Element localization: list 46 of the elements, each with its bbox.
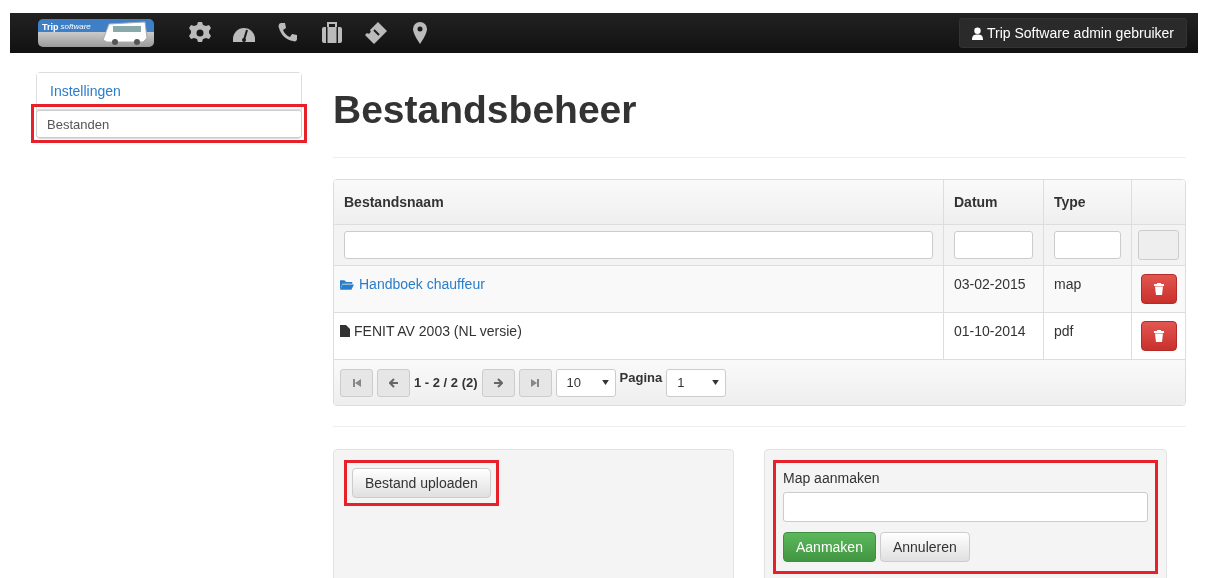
trash-icon — [1153, 283, 1164, 295]
user-menu-button[interactable]: Trip Software admin gebruiker — [959, 18, 1187, 48]
column-header[interactable]: Type — [1043, 180, 1131, 224]
last-page-button[interactable] — [518, 368, 552, 397]
field-label: Map aanmaken — [783, 470, 881, 486]
upload-button[interactable]: Bestand uploaden — [352, 468, 491, 498]
table-cell: map — [1043, 266, 1131, 312]
page-size-select[interactable]: 10 — [555, 368, 616, 397]
trash-icon — [1153, 330, 1164, 342]
folder-link[interactable]: Handboek chauffeur — [340, 276, 485, 292]
file-icon — [340, 325, 350, 337]
dropdown-caret-icon — [601, 380, 609, 385]
delete-button[interactable] — [1140, 274, 1177, 304]
page-select[interactable]: 1 — [666, 368, 727, 397]
last-page-icon — [530, 377, 541, 388]
settings-icon[interactable] — [188, 21, 212, 45]
first-page-button[interactable] — [340, 368, 373, 397]
cancel-button[interactable]: Annuleren — [879, 532, 970, 562]
arrow-right-icon — [493, 377, 504, 388]
logo[interactable]: Trip software — [38, 19, 154, 47]
user-icon — [972, 26, 983, 40]
table-cell: pdf — [1043, 313, 1131, 359]
filter-field[interactable] — [1054, 231, 1121, 259]
page-label: Pagina — [619, 370, 663, 385]
filter-field[interactable] — [954, 231, 1033, 259]
file-name: FENIT AV 2003 (NL versie) — [340, 323, 522, 339]
folder-icon — [340, 278, 354, 290]
arrow-left-icon — [388, 377, 399, 388]
page-title: Bestandsbeheer — [333, 87, 638, 133]
column-header[interactable]: Datum — [943, 180, 1043, 224]
dropdown-caret-icon — [712, 380, 720, 385]
next-page-button[interactable] — [481, 368, 515, 397]
previous-page-button[interactable] — [377, 368, 410, 397]
logo-text: software — [60, 22, 91, 31]
table-cell: 01-10-2014 — [943, 313, 1043, 359]
column-header[interactable]: Bestandsnaam — [334, 180, 943, 224]
ticket-icon[interactable] — [364, 21, 388, 45]
table-cell: 03-02-2015 — [943, 266, 1043, 312]
folder-name-field[interactable] — [783, 492, 1148, 522]
logo-text: Trip — [42, 22, 59, 32]
briefcase-icon[interactable] — [320, 21, 344, 45]
delete-button[interactable] — [1140, 321, 1177, 351]
sidebar-item[interactable]: Bestanden — [36, 110, 302, 138]
page-range: 1 - 2 / 2 (2) — [414, 375, 478, 390]
first-page-icon — [351, 377, 362, 388]
filter-field[interactable] — [344, 231, 933, 259]
